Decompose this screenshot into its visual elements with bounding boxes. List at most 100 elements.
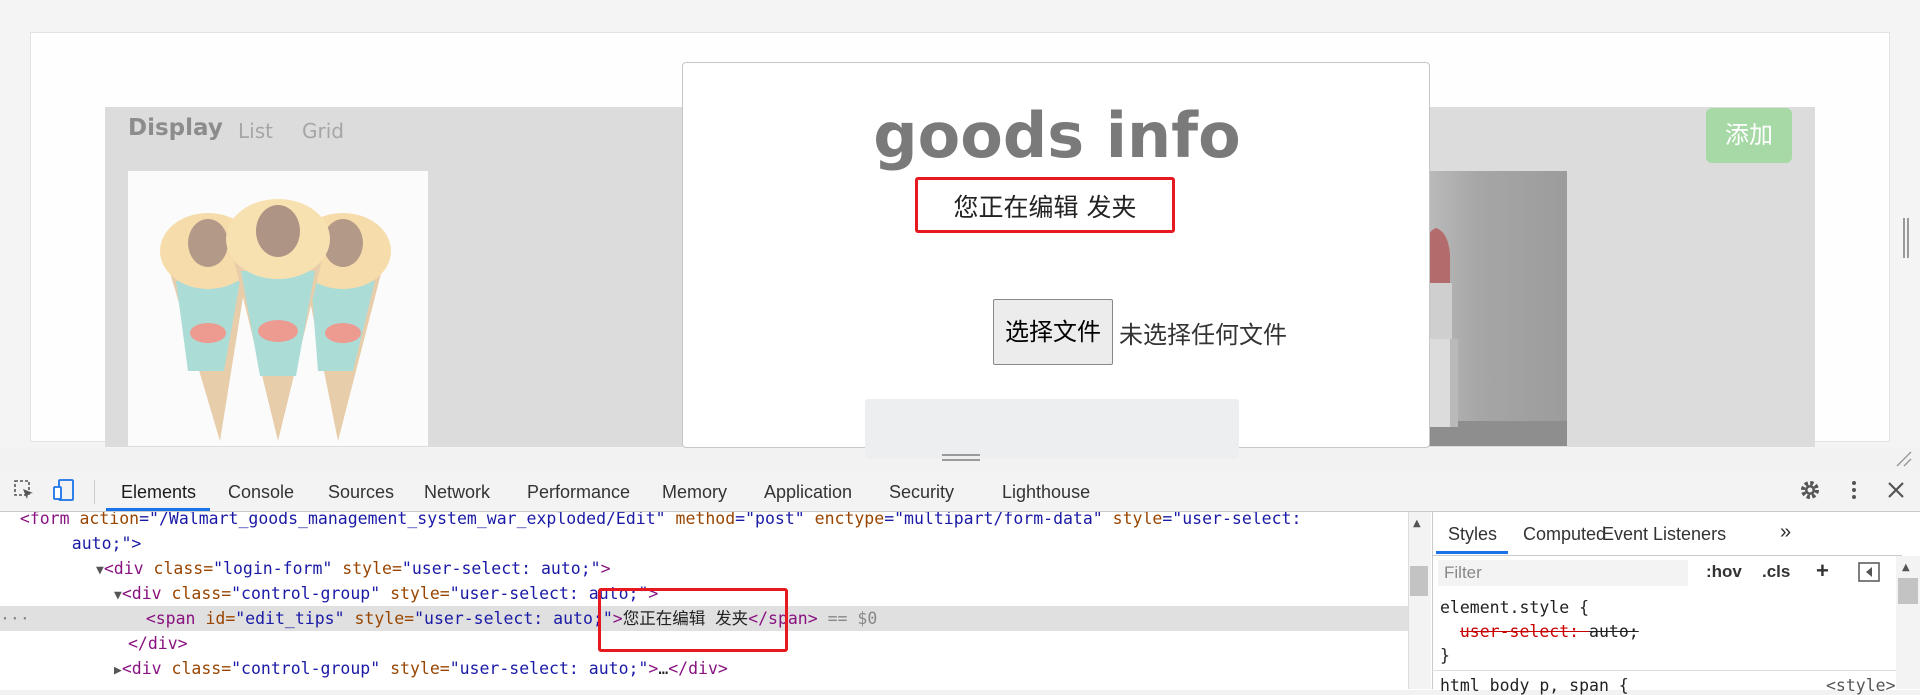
toggle-sidebar-icon[interactable] <box>1858 562 1880 586</box>
product-card-lipstick[interactable] <box>1420 171 1567 446</box>
attr-name: class <box>171 584 222 603</box>
tab-application[interactable]: Application <box>764 482 852 503</box>
attr-name: style <box>342 559 392 578</box>
more-icon[interactable]: ··· <box>0 609 30 628</box>
element-style-rule[interactable]: element.style { user-select: auto;} <box>1440 596 1639 668</box>
nav-link-grid[interactable]: Grid <box>302 119 344 143</box>
product-card-icecream[interactable] <box>128 171 428 446</box>
tab-lighthouse[interactable]: Lighthouse <box>1002 482 1090 503</box>
tree-scroll-thumb[interactable] <box>1410 566 1428 596</box>
tag-end: </div> <box>668 659 728 678</box>
close-devtools-icon[interactable] <box>1882 478 1910 506</box>
attr-value: "control-group" <box>231 584 381 603</box>
tag-open: < <box>121 659 132 678</box>
side-resize-handle[interactable] <box>1903 218 1911 258</box>
attr-value: ="multipart/form-data" <box>884 512 1103 528</box>
styles-filter-input[interactable]: Filter <box>1438 560 1688 586</box>
selected-marker: == $0 <box>817 609 878 628</box>
tab-security[interactable]: Security <box>889 482 954 503</box>
attr-value: "edit_tips" <box>235 609 345 628</box>
equals: = <box>203 559 214 578</box>
tag-close: > <box>648 659 659 678</box>
tag-name: form <box>29 512 70 528</box>
styles-active-indicator <box>1436 551 1508 554</box>
tab-sources[interactable]: Sources <box>328 482 394 503</box>
styles-scrollbar[interactable] <box>1896 556 1920 689</box>
attr-name: style <box>354 609 405 628</box>
tree-line-form-cont: auto;"> <box>42 534 142 553</box>
tab-memory[interactable]: Memory <box>662 482 727 503</box>
add-button[interactable]: 添加 <box>1706 108 1792 163</box>
attr-name: style <box>390 659 440 678</box>
next-rule-selector[interactable]: html body p, span { <box>1440 676 1629 695</box>
goods-info-modal: goods info 您正在编辑 发夹 选择文件 未选择任何文件 <box>682 62 1430 459</box>
tree-scrollbar[interactable] <box>1408 512 1431 689</box>
tab-event-listeners[interactable]: Event Listeners <box>1602 524 1726 545</box>
rule-property[interactable]: user-select <box>1460 622 1569 641</box>
equals: = <box>225 609 236 628</box>
rule-close: } <box>1440 646 1450 665</box>
hover-state-button[interactable]: :hov <box>1706 562 1742 582</box>
tree-line-control-group-collapsed[interactable]: ▶<div class="control-group" style="user-… <box>114 656 1408 681</box>
device-toolbar-icon[interactable] <box>50 478 78 506</box>
expand-arrow-icon[interactable]: ▼ <box>96 563 104 578</box>
attr-value: "user-select: auto;" <box>414 609 613 628</box>
attr-name: method <box>665 512 736 528</box>
equals: = <box>404 609 415 628</box>
equals: = <box>439 659 450 678</box>
submit-button[interactable] <box>865 399 1239 459</box>
icecream-image <box>160 199 391 441</box>
settings-gear-icon[interactable] <box>1796 478 1824 506</box>
more-options-icon[interactable] <box>1840 478 1868 506</box>
scroll-up-icon[interactable]: ▲ <box>1902 562 1910 573</box>
tree-line-login-form[interactable]: ▼<div class="login-form" style="user-sel… <box>96 556 1408 581</box>
inspect-element-icon[interactable] <box>10 478 38 506</box>
scroll-up-icon[interactable]: ▲ <box>1413 518 1421 529</box>
tag-name: span <box>155 609 196 628</box>
tag-open: < <box>121 584 132 603</box>
choose-file-button[interactable]: 选择文件 <box>993 299 1113 365</box>
attr-name: id <box>205 609 226 628</box>
equals: = <box>221 584 232 603</box>
attr-name: style <box>1102 512 1163 528</box>
attr-name: style <box>390 584 440 603</box>
tab-elements[interactable]: Elements <box>121 482 196 503</box>
resize-grip-icon[interactable] <box>1893 448 1913 468</box>
tag-close: > <box>600 559 611 578</box>
tag-name: div <box>131 584 162 603</box>
tag-name: div <box>131 659 162 678</box>
class-toggle-button[interactable]: .cls <box>1762 562 1790 582</box>
nav-link-list[interactable]: List <box>238 119 273 143</box>
more-tabs-icon[interactable]: » <box>1780 521 1791 544</box>
next-rule-source[interactable]: <style> <box>1826 676 1896 695</box>
devtools-resize-handle[interactable] <box>942 454 980 464</box>
attr-value: "login-form" <box>213 559 333 578</box>
tab-computed[interactable]: Computed <box>1523 524 1606 545</box>
tag-name: div <box>113 559 144 578</box>
tree-line-next-partial: ▶ <box>114 681 1408 689</box>
ellipsis[interactable]: … <box>658 659 668 678</box>
tab-network[interactable]: Network <box>424 482 490 503</box>
attr-name: action <box>69 512 140 528</box>
collapse-arrow-icon[interactable]: ▶ <box>114 663 122 678</box>
rule-divider <box>1432 670 1896 671</box>
modal-title: goods info <box>873 99 1241 172</box>
highlight-box-tree <box>598 588 788 652</box>
brand-logo[interactable]: Display <box>128 115 223 141</box>
attr-value: ="user-select: <box>1162 512 1302 528</box>
equals: = <box>439 584 450 603</box>
file-status-text: 未选择任何文件 <box>1119 321 1287 349</box>
tree-line-form[interactable]: <form action="/Walmart_goods_management_… <box>0 512 1408 531</box>
tab-performance[interactable]: Performance <box>527 482 630 503</box>
tab-styles[interactable]: Styles <box>1448 524 1497 545</box>
add-rule-icon[interactable]: + <box>1816 558 1829 584</box>
toolbar-divider <box>94 480 95 504</box>
rule-value[interactable]: auto; <box>1589 622 1639 641</box>
tab-console[interactable]: Console <box>228 482 294 503</box>
expand-arrow-icon[interactable]: ▼ <box>114 588 122 603</box>
attr-value: "user-select: auto;" <box>401 559 601 578</box>
rule-selector: element.style { <box>1440 598 1590 617</box>
styles-scroll-thumb[interactable] <box>1898 578 1918 604</box>
equals: = <box>391 559 402 578</box>
